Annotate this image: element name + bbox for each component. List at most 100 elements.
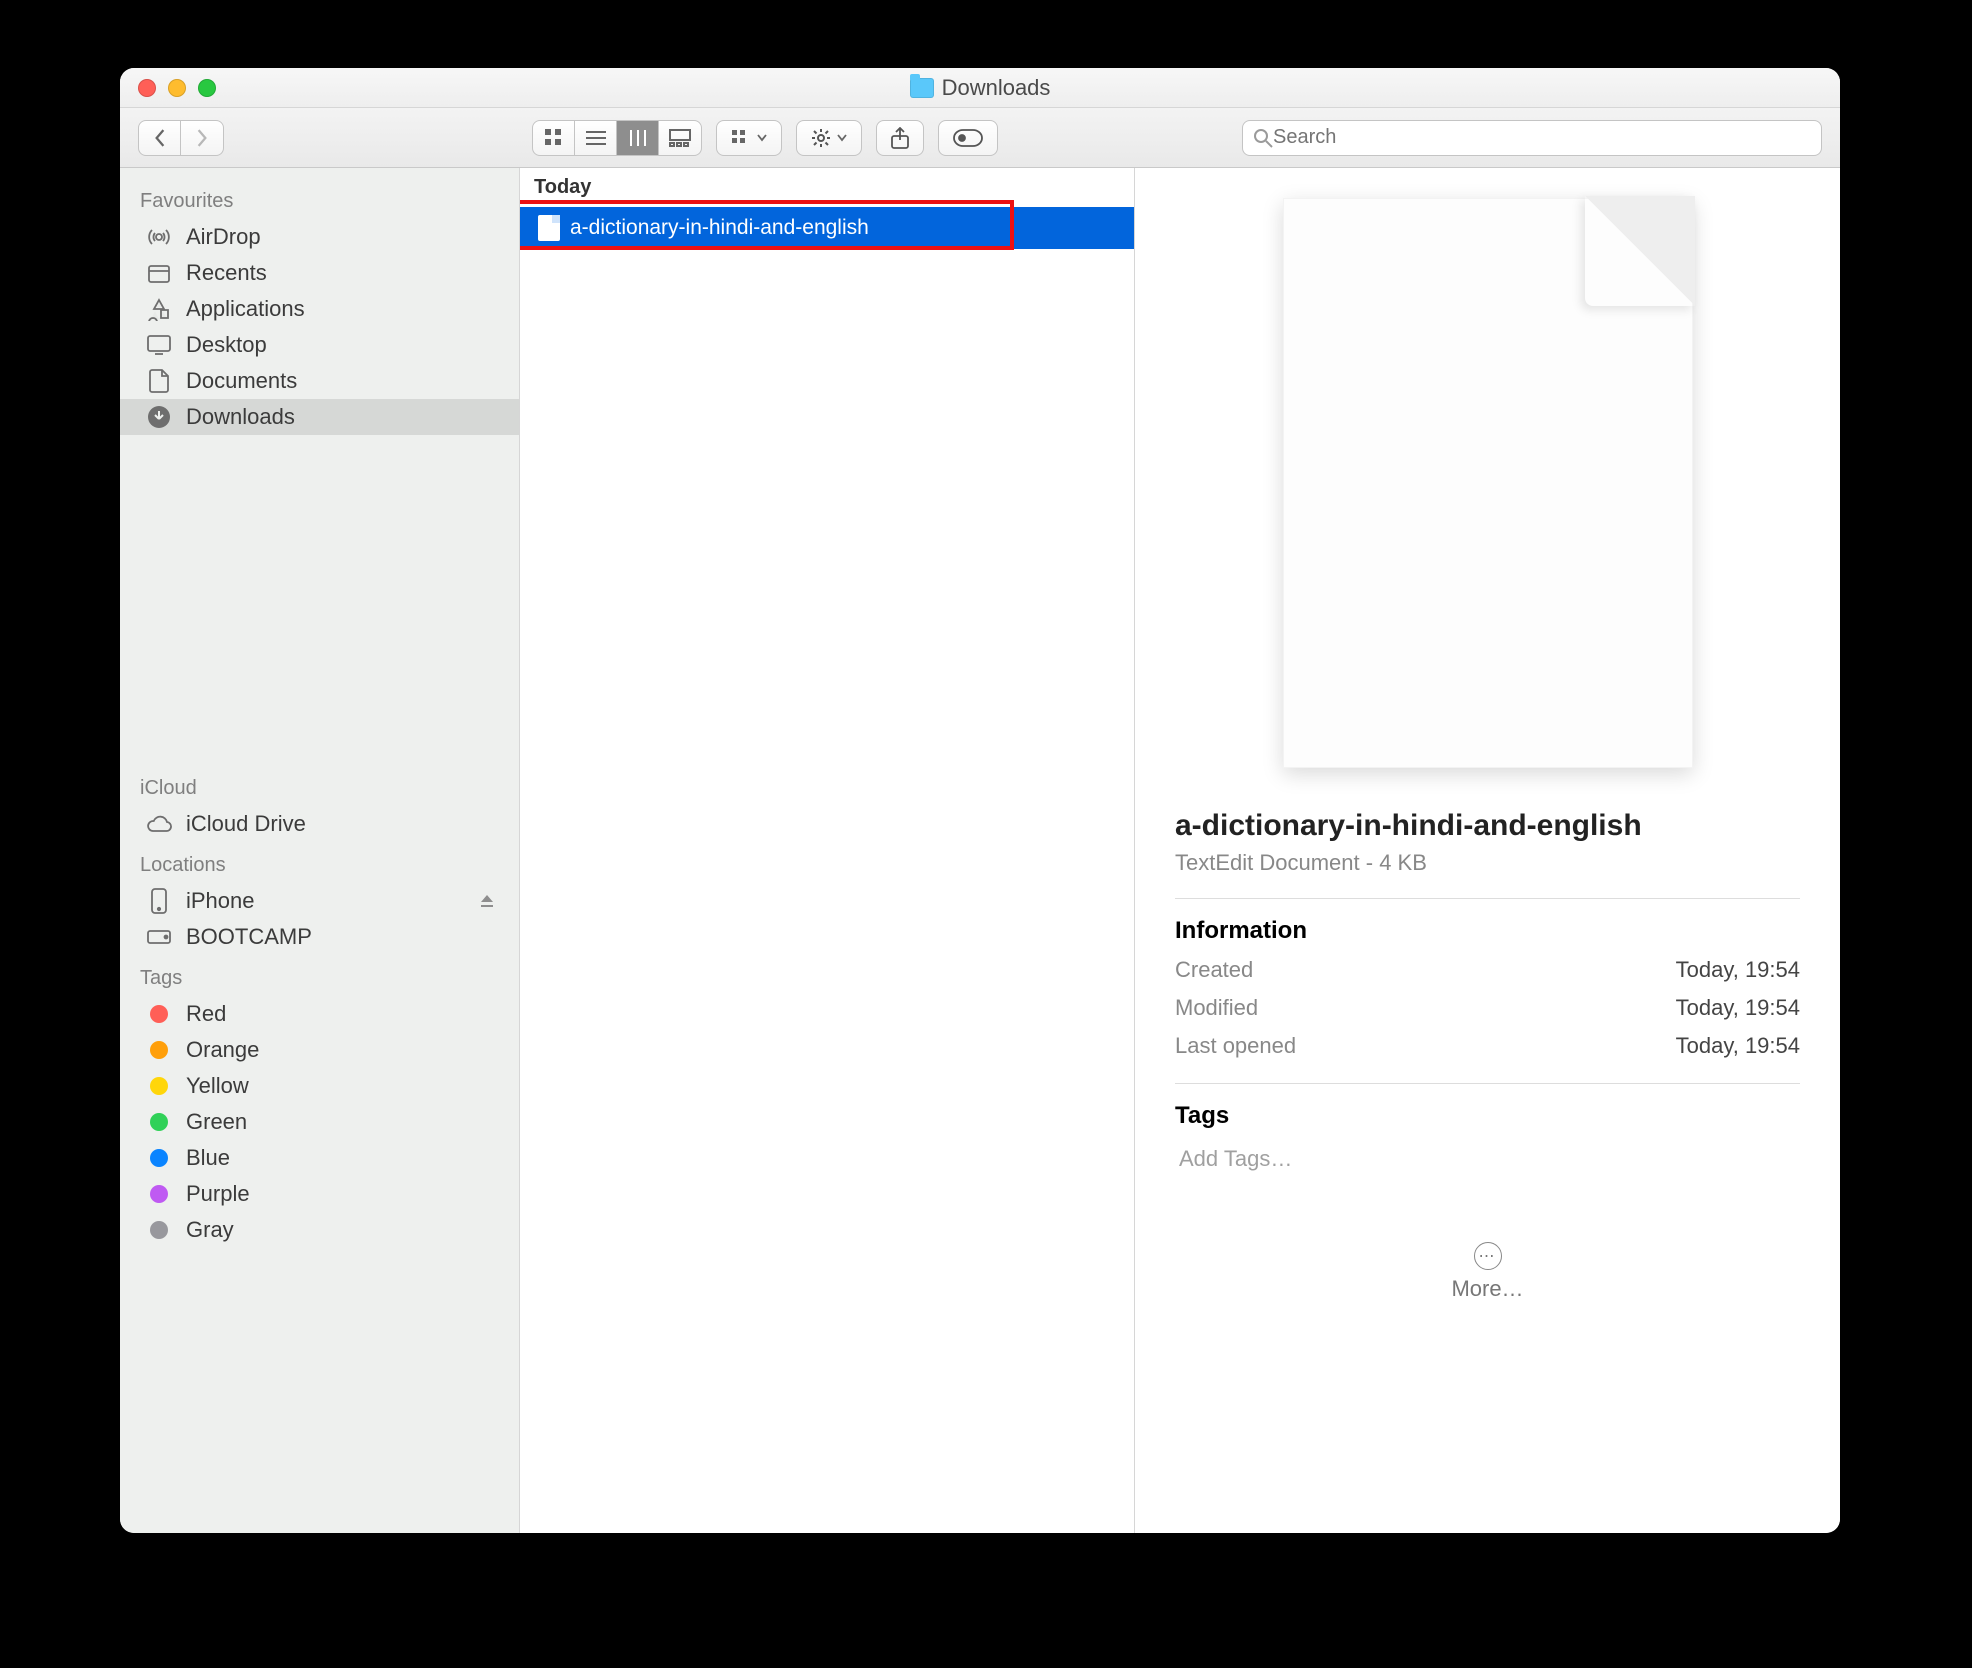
sidebar-tag-item[interactable]: Gray [120, 1212, 519, 1248]
chevron-down-icon [757, 134, 767, 142]
window-body: Favourites AirDrop Recents Applications … [120, 168, 1840, 1533]
sidebar-section-favourites: Favourites [120, 178, 519, 219]
edit-tags-button[interactable] [938, 120, 998, 156]
more-label: More… [1451, 1276, 1523, 1302]
sidebar-item-label: Gray [186, 1217, 234, 1243]
view-list-button[interactable] [575, 121, 617, 155]
sidebar-item-label: Purple [186, 1181, 250, 1207]
sidebar-tag-item[interactable]: Red [120, 996, 519, 1032]
sidebar-item-applications[interactable]: Applications [120, 291, 519, 327]
back-button[interactable] [139, 121, 181, 155]
recents-icon [146, 262, 172, 284]
sidebar-tag-item[interactable]: Blue [120, 1140, 519, 1176]
sidebar-item-label: Applications [186, 296, 305, 322]
ellipsis-icon: ⋯ [1474, 1242, 1502, 1270]
share-button[interactable] [876, 120, 924, 156]
sidebar-item-label: Documents [186, 368, 297, 394]
sidebar-item-label: AirDrop [186, 224, 261, 250]
preview-filename: a-dictionary-in-hindi-and-english [1175, 808, 1800, 844]
more-button[interactable]: ⋯ More… [1451, 1242, 1523, 1302]
tag-dot-icon [146, 1149, 172, 1167]
view-icon-button[interactable] [533, 121, 575, 155]
sidebar-section-tags: Tags [120, 955, 519, 996]
file-icon [538, 215, 560, 241]
search-field[interactable] [1242, 120, 1822, 156]
sidebar-item-recents[interactable]: Recents [120, 255, 519, 291]
toolbar [120, 108, 1840, 168]
downloads-icon [146, 405, 172, 429]
sidebar-item-icloud-drive[interactable]: iCloud Drive [120, 806, 519, 842]
preview-info-header: Information [1175, 917, 1800, 945]
sidebar-item-documents[interactable]: Documents [120, 363, 519, 399]
sidebar-item-label: Desktop [186, 332, 267, 358]
sidebar-item-label: Orange [186, 1037, 259, 1063]
divider [1175, 898, 1800, 899]
tag-dot-icon [146, 1041, 172, 1059]
action-menu-button[interactable] [796, 120, 862, 156]
tag-dot-icon [146, 1113, 172, 1131]
preview-info-row: CreatedToday, 19:54 [1175, 951, 1800, 989]
search-input[interactable] [1273, 126, 1811, 149]
preview-subtitle: TextEdit Document - 4 KB [1175, 850, 1800, 876]
sidebar-tag-item[interactable]: Yellow [120, 1068, 519, 1104]
sidebar-item-label: Downloads [186, 404, 295, 430]
traffic-lights [138, 79, 216, 97]
group-by-button[interactable] [716, 120, 782, 156]
eject-icon[interactable] [479, 893, 495, 909]
preview-tags-header: Tags [1175, 1102, 1800, 1130]
sidebar-tag-item[interactable]: Green [120, 1104, 519, 1140]
zoom-window-button[interactable] [198, 79, 216, 97]
titlebar: Downloads [120, 68, 1840, 108]
info-key: Modified [1175, 995, 1258, 1021]
forward-button[interactable] [181, 121, 223, 155]
sidebar-item-label: Recents [186, 260, 267, 286]
folder-icon [910, 78, 934, 98]
iphone-icon [146, 888, 172, 914]
preview-info-row: Last opened Today, 19:54 [1175, 1027, 1800, 1065]
file-column: Today a-dictionary-in-hindi-and-english [520, 168, 1135, 1533]
documents-icon [146, 368, 172, 394]
drive-icon [146, 927, 172, 947]
share-icon [891, 127, 909, 149]
sidebar-item-label: Yellow [186, 1073, 249, 1099]
info-key: Last opened [1175, 1033, 1296, 1059]
info-value: Today, 19:54 [1676, 995, 1800, 1021]
file-row[interactable]: a-dictionary-in-hindi-and-english [520, 207, 1134, 249]
divider [1175, 1083, 1800, 1084]
sidebar-item-label: iPhone [186, 888, 255, 914]
sidebar-tag-item[interactable]: Purple [120, 1176, 519, 1212]
minimize-window-button[interactable] [168, 79, 186, 97]
preview-info-row: Modified Today, 19:54 [1175, 989, 1800, 1027]
tag-dot-icon [146, 1221, 172, 1239]
sidebar-item-label: Green [186, 1109, 247, 1135]
info-value: Today, 19:54 [1676, 1033, 1800, 1059]
view-gallery-button[interactable] [659, 121, 701, 155]
airdrop-icon [146, 225, 172, 249]
search-icon [1253, 128, 1273, 148]
window-title-text: Downloads [942, 75, 1051, 101]
gear-icon [811, 128, 831, 148]
close-window-button[interactable] [138, 79, 156, 97]
view-column-button[interactable] [617, 121, 659, 155]
applications-icon [146, 297, 172, 321]
sidebar-item-desktop[interactable]: Desktop [120, 327, 519, 363]
sidebar-item-label: Blue [186, 1145, 230, 1171]
add-tags-field[interactable]: Add Tags… [1175, 1136, 1800, 1182]
tag-dot-icon [146, 1077, 172, 1095]
sidebar-item-label: BOOTCAMP [186, 924, 312, 950]
tag-icon [953, 129, 983, 147]
tag-dot-icon [146, 1185, 172, 1203]
sidebar-item-iphone[interactable]: iPhone [120, 883, 519, 919]
desktop-icon [146, 334, 172, 356]
sidebar-item-airdrop[interactable]: AirDrop [120, 219, 519, 255]
sidebar-tag-item[interactable]: Orange [120, 1032, 519, 1068]
window-title: Downloads [910, 75, 1051, 101]
info-key: Created [1175, 957, 1253, 983]
view-switcher [532, 120, 702, 156]
sidebar-item-label: Red [186, 1001, 226, 1027]
file-group-header: Today [520, 168, 1134, 207]
sidebar-item-downloads[interactable]: Downloads [120, 399, 519, 435]
sidebar-section-icloud: iCloud [120, 765, 519, 806]
tag-dot-icon [146, 1005, 172, 1023]
sidebar-item-bootcamp[interactable]: BOOTCAMP [120, 919, 519, 955]
